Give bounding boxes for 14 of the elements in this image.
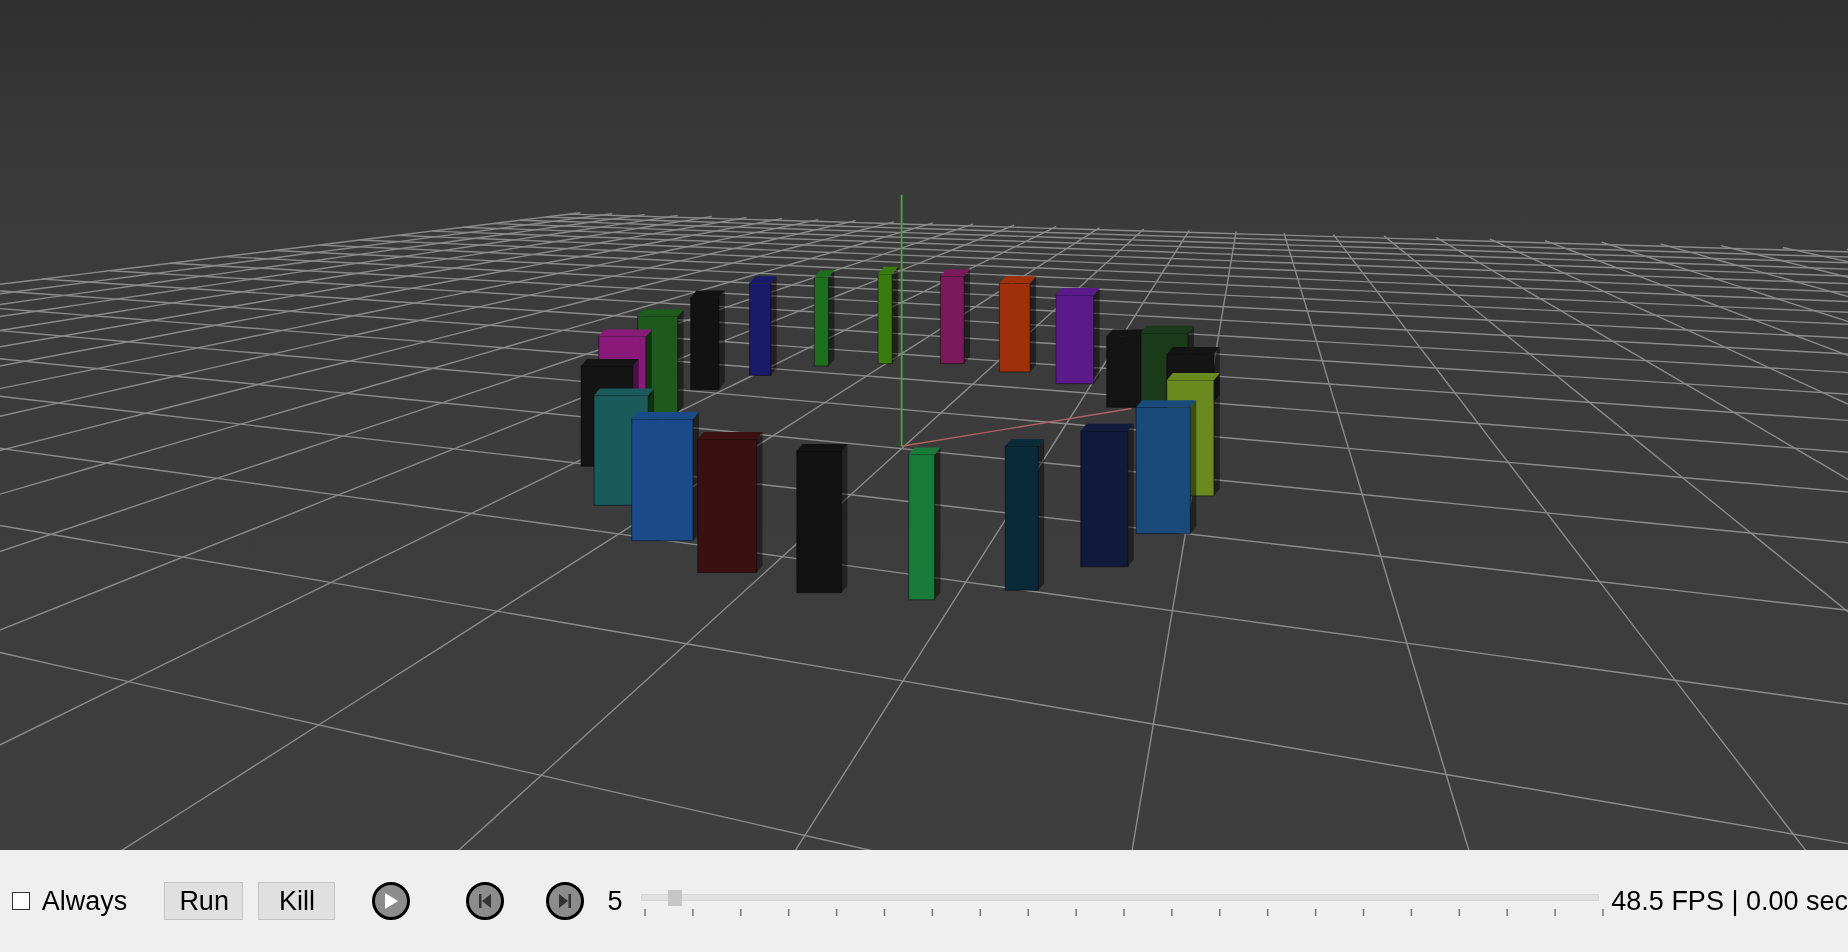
- toolbar-button[interactable]: Run: [164, 882, 244, 920]
- step-forward-button[interactable]: [545, 882, 584, 920]
- step-forward-icon: [558, 894, 571, 908]
- step-back-button[interactable]: [466, 882, 504, 920]
- slider-thumb[interactable]: [667, 890, 682, 906]
- status-text: 48.5 FPS | 0.00 sec: [1611, 884, 1848, 918]
- always-checkbox[interactable]: [12, 892, 30, 910]
- 3d-viewport[interactable]: [0, 0, 1848, 850]
- step-back-icon: [479, 894, 491, 908]
- always-label[interactable]: Always: [41, 880, 128, 922]
- play-button[interactable]: [372, 882, 411, 920]
- frame-number: 5: [607, 884, 624, 918]
- play-icon: [384, 893, 398, 909]
- toolbar-button[interactable]: Kill: [258, 882, 336, 920]
